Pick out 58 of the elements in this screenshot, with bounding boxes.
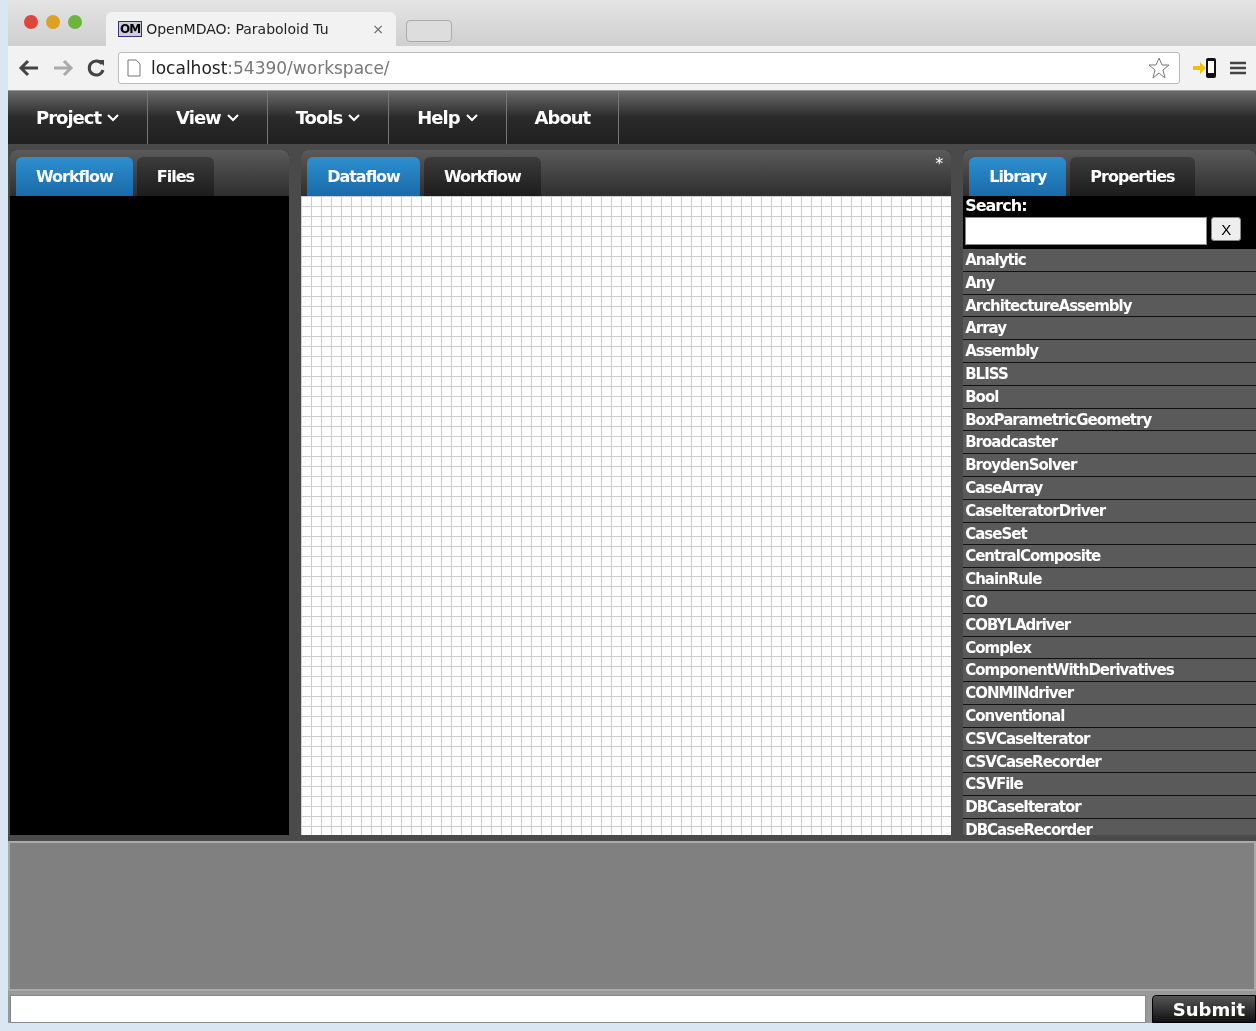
- library-item[interactable]: BroydenSolver: [963, 454, 1256, 476]
- library-item[interactable]: ChainRule: [963, 568, 1256, 590]
- command-field[interactable]: [10, 995, 1146, 1023]
- library-item[interactable]: DBCaseIterator: [963, 796, 1256, 818]
- library-item[interactable]: ArchitectureAssembly: [963, 294, 1256, 317]
- library-item[interactable]: CaseArray: [963, 476, 1256, 499]
- panel-tab[interactable]: Properties: [1070, 157, 1195, 196]
- address-field[interactable]: localhost:54390/workspace/: [118, 52, 1180, 84]
- library-item[interactable]: CSVCaseIterator: [963, 727, 1256, 750]
- back-icon[interactable]: [18, 59, 40, 77]
- tab-title: OpenMDAO: Paraboloid Tu: [146, 21, 329, 37]
- library-item[interactable]: Broadcaster: [963, 431, 1256, 454]
- library-item[interactable]: Any: [963, 271, 1256, 294]
- forward-icon[interactable]: [52, 59, 74, 77]
- library-item[interactable]: Conventional: [963, 704, 1256, 727]
- chevron-down-icon: [107, 113, 120, 122]
- library-item[interactable]: CaseSet: [963, 522, 1256, 545]
- library-item[interactable]: BLISS: [963, 363, 1256, 385]
- panel-tab[interactable]: Workflow: [423, 157, 541, 196]
- library-item[interactable]: Array: [963, 317, 1256, 340]
- tab-close-button[interactable]: ×: [372, 21, 384, 37]
- library-item[interactable]: CaseIteratorDriver: [963, 499, 1256, 522]
- panel-tab[interactable]: Files: [136, 157, 215, 196]
- library-item[interactable]: COBYLAdriver: [963, 613, 1256, 636]
- url-path: :54390/workspace/: [227, 58, 390, 78]
- close-window-icon[interactable]: [24, 15, 38, 29]
- favicon: OM: [118, 21, 143, 37]
- clear-search-button[interactable]: X: [1211, 217, 1242, 241]
- page-icon: [127, 59, 141, 77]
- phone-arrow-icon[interactable]: [1192, 56, 1218, 80]
- search-field[interactable]: [965, 217, 1208, 245]
- library-item[interactable]: CONMINdriver: [963, 682, 1256, 704]
- panel-tab[interactable]: Library: [969, 157, 1067, 196]
- panel-tab[interactable]: Dataflow: [307, 157, 420, 196]
- submit-button[interactable]: Submit: [1151, 995, 1256, 1023]
- url-host: localhost: [151, 58, 228, 78]
- maximize-window-icon[interactable]: [68, 15, 82, 29]
- chevron-down-icon: [348, 113, 361, 122]
- library-item[interactable]: CSVCaseRecorder: [963, 750, 1256, 773]
- library-item[interactable]: Complex: [963, 636, 1256, 659]
- library-item[interactable]: Analytic: [963, 249, 1256, 271]
- star-icon[interactable]: [1147, 56, 1171, 80]
- browser-tab[interactable]: OM OpenMDAO: Paraboloid Tu ×: [106, 12, 396, 46]
- modified-mark: *: [935, 154, 944, 173]
- library-item[interactable]: CO: [963, 590, 1256, 613]
- menu-icon[interactable]: [1230, 60, 1246, 76]
- reload-icon[interactable]: [86, 58, 106, 78]
- library-item[interactable]: Bool: [963, 385, 1256, 408]
- library-item[interactable]: BoxParametricGeometry: [963, 408, 1256, 431]
- library-item[interactable]: DBCaseRecorder: [963, 818, 1256, 835]
- chevron-down-icon: [226, 113, 239, 122]
- search-label: Search:: [964, 196, 1028, 215]
- library-item[interactable]: CentralComposite: [963, 545, 1256, 568]
- library-item[interactable]: ComponentWithDerivatives: [963, 659, 1256, 682]
- panel-tab[interactable]: Workflow: [16, 157, 133, 196]
- chevron-down-icon: [465, 113, 478, 122]
- library-item[interactable]: Assembly: [963, 340, 1256, 362]
- library-item[interactable]: CSVFile: [963, 773, 1256, 796]
